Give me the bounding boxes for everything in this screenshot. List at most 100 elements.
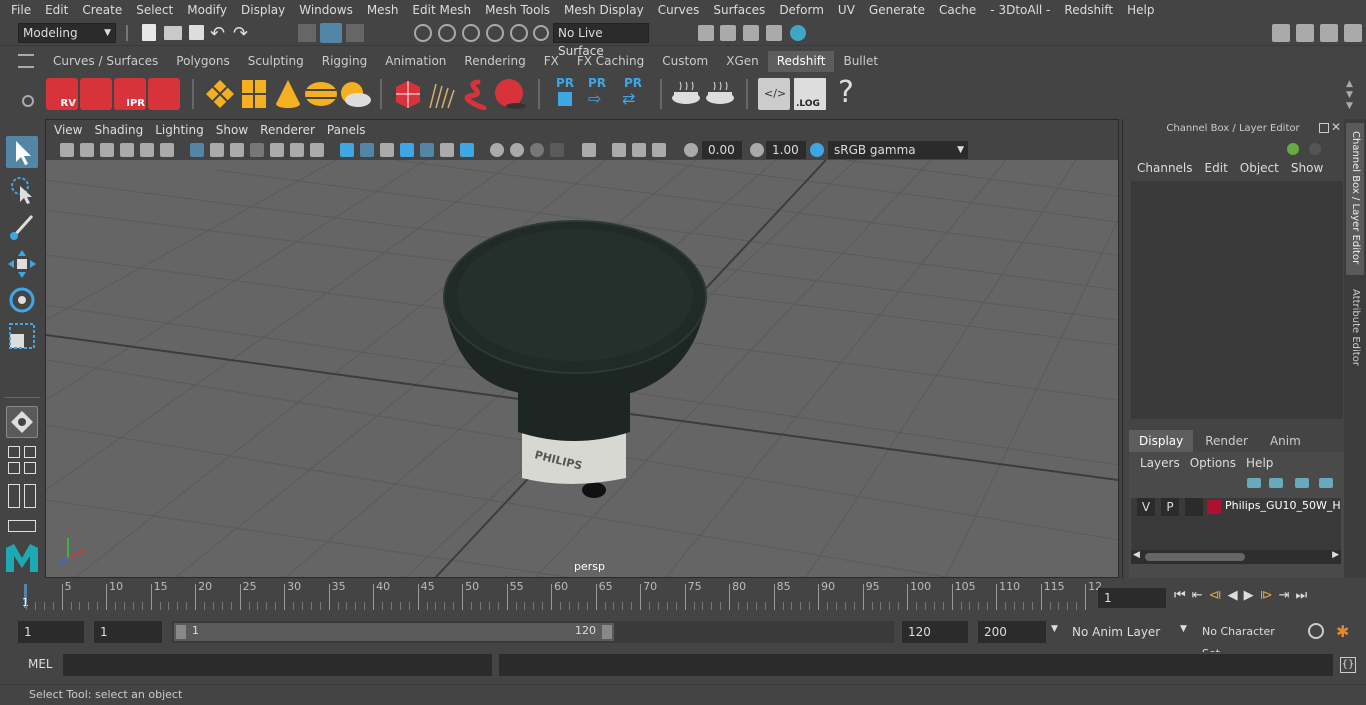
time-slider[interactable]: 1 51015202530354045505560657075808590951…	[18, 580, 1102, 612]
float-panel-icon[interactable]	[1319, 123, 1329, 133]
rs-bake-icon[interactable]	[670, 78, 702, 110]
rs-ies-light-icon[interactable]	[304, 78, 337, 110]
rs-hair-icon[interactable]	[426, 78, 458, 110]
layer-menu-options[interactable]: Options	[1185, 456, 1241, 470]
xray-icon[interactable]	[582, 143, 596, 157]
channel-toggle-icon[interactable]	[1309, 143, 1321, 155]
go-to-start-icon[interactable]: ⏮	[1174, 588, 1186, 603]
save-scene-icon[interactable]	[189, 25, 204, 40]
new-scene-icon[interactable]	[142, 24, 156, 41]
menu-curves[interactable]: Curves	[651, 3, 707, 17]
select-object-icon[interactable]	[320, 23, 342, 43]
soft-select-icon[interactable]	[6, 406, 38, 438]
grease-pencil-icon[interactable]	[160, 143, 174, 157]
exposure-field[interactable]: 0.00	[702, 141, 742, 159]
camera-attributes-icon[interactable]	[80, 143, 94, 157]
menu-windows[interactable]: Windows	[292, 3, 360, 17]
go-to-end-icon[interactable]: ⏭	[1296, 588, 1308, 603]
tab-bullet[interactable]: Bullet	[834, 51, 887, 72]
ipr-render-icon[interactable]	[743, 25, 759, 41]
new-layer-selected-icon[interactable]	[1319, 478, 1333, 488]
rs-log-icon[interactable]: .LOG	[794, 78, 826, 110]
select-component-icon[interactable]	[346, 24, 364, 42]
hypershade-icon[interactable]	[790, 25, 806, 41]
bulb-model[interactable]: PHILIPS	[443, 220, 707, 498]
snap-curve-icon[interactable]	[438, 24, 456, 42]
rs-sun-sky-icon[interactable]	[338, 78, 371, 110]
step-forward-frame-icon[interactable]: ⧐	[1260, 588, 1273, 603]
tab-animation[interactable]: Animation	[376, 51, 455, 72]
tab-rendering[interactable]: Rendering	[455, 51, 534, 72]
rs-area-light-icon[interactable]	[204, 78, 236, 110]
snap-grid-icon[interactable]	[414, 24, 432, 42]
shelf-settings-icon[interactable]	[22, 95, 34, 107]
anti-aliasing-icon[interactable]	[510, 143, 524, 157]
menu-cache[interactable]: Cache	[932, 3, 983, 17]
play-backward-icon[interactable]: ◀	[1228, 588, 1238, 603]
scale-tool-icon[interactable]	[6, 320, 38, 352]
tab-display[interactable]: Display	[1129, 430, 1194, 452]
menu-help[interactable]: Help	[1120, 3, 1161, 17]
current-frame-field[interactable]: 1	[1098, 588, 1166, 608]
close-icon[interactable]: ✕	[1331, 120, 1341, 134]
frame-all-icon[interactable]	[652, 143, 666, 157]
scene-start-field[interactable]: 1	[18, 621, 84, 643]
use-lights-icon[interactable]	[420, 143, 434, 157]
step-back-frame-icon[interactable]: ⧏	[1209, 588, 1222, 603]
magnet-icon[interactable]	[533, 25, 549, 41]
script-editor-icon[interactable]: {}	[1340, 657, 1356, 673]
menu-uv[interactable]: UV	[831, 3, 862, 17]
viewport-menu-panels[interactable]: Panels	[321, 123, 372, 137]
mel-label[interactable]: MEL	[28, 657, 53, 671]
anim-layer-dropdown[interactable]: No Anim Layer	[1066, 621, 1174, 643]
tab-curves-surfaces[interactable]: Curves / Surfaces	[44, 51, 167, 72]
channel-menu-channels[interactable]: Channels	[1131, 161, 1199, 175]
menu-modify[interactable]: Modify	[180, 3, 234, 17]
viewport-menu-shading[interactable]: Shading	[88, 123, 149, 137]
grid-toggle-icon[interactable]	[190, 143, 204, 157]
rs-portal-light-icon[interactable]	[238, 78, 270, 110]
menu-file[interactable]: File	[4, 3, 38, 17]
menu-edit[interactable]: Edit	[38, 3, 75, 17]
smooth-shade-icon[interactable]	[360, 143, 374, 157]
color-management-icon[interactable]	[810, 143, 824, 157]
motion-blur-icon[interactable]	[490, 143, 504, 157]
tab-attribute-editor-vertical[interactable]: Attribute Editor	[1346, 285, 1364, 375]
layout-icon[interactable]	[1296, 24, 1314, 42]
render-frame-icon[interactable]	[720, 25, 736, 41]
character-set-dropdown[interactable]: No Character Set	[1196, 621, 1296, 660]
mode-dropdown[interactable]: Modeling ▼	[18, 23, 116, 43]
range-slider[interactable]: 1 120	[172, 621, 894, 643]
playback-end-field[interactable]: 120	[902, 621, 968, 643]
layer-scrollbar[interactable]: ◀ ▶	[1131, 550, 1341, 564]
2d-pan-zoom-icon[interactable]	[140, 143, 154, 157]
tab-rigging[interactable]: Rigging	[313, 51, 376, 72]
xray-components-icon[interactable]	[632, 143, 646, 157]
viewport-menu-view[interactable]: View	[48, 123, 88, 137]
playback-start-field[interactable]: 1	[94, 621, 162, 643]
rs-proxy-icon[interactable]	[392, 78, 424, 110]
view-transform-dropdown[interactable]: sRGB gamma ▼	[828, 141, 968, 159]
outliner-layout-icon[interactable]	[8, 484, 20, 508]
open-scene-icon[interactable]	[164, 26, 182, 40]
rs-script-icon[interactable]: </>	[758, 78, 790, 110]
snap-point-icon[interactable]	[462, 24, 480, 42]
tab-polygons[interactable]: Polygons	[167, 51, 238, 72]
menu-display[interactable]: Display	[234, 3, 292, 17]
image-plane-icon[interactable]	[120, 143, 134, 157]
safe-title-icon[interactable]	[310, 143, 324, 157]
channel-menu-show[interactable]: Show	[1285, 161, 1329, 175]
wireframe-on-shaded-icon[interactable]	[380, 143, 394, 157]
tab-channel-box-vertical[interactable]: Channel Box / Layer Editor	[1346, 123, 1364, 275]
live-surface-field[interactable]: No Live Surface	[553, 23, 649, 58]
tab-render[interactable]: Render	[1193, 430, 1260, 452]
snap-view-icon[interactable]	[510, 24, 528, 42]
layout-single-icon[interactable]	[8, 446, 20, 458]
select-hierarchy-icon[interactable]	[298, 24, 316, 42]
undo-icon[interactable]: ↶	[210, 23, 225, 44]
field-chart-icon[interactable]	[270, 143, 284, 157]
menu-mesh-tools[interactable]: Mesh Tools	[478, 3, 557, 17]
tab-redshift[interactable]: Redshift	[767, 51, 835, 72]
render-settings-icon[interactable]	[766, 25, 782, 41]
outliner-icon[interactable]	[1320, 24, 1338, 42]
